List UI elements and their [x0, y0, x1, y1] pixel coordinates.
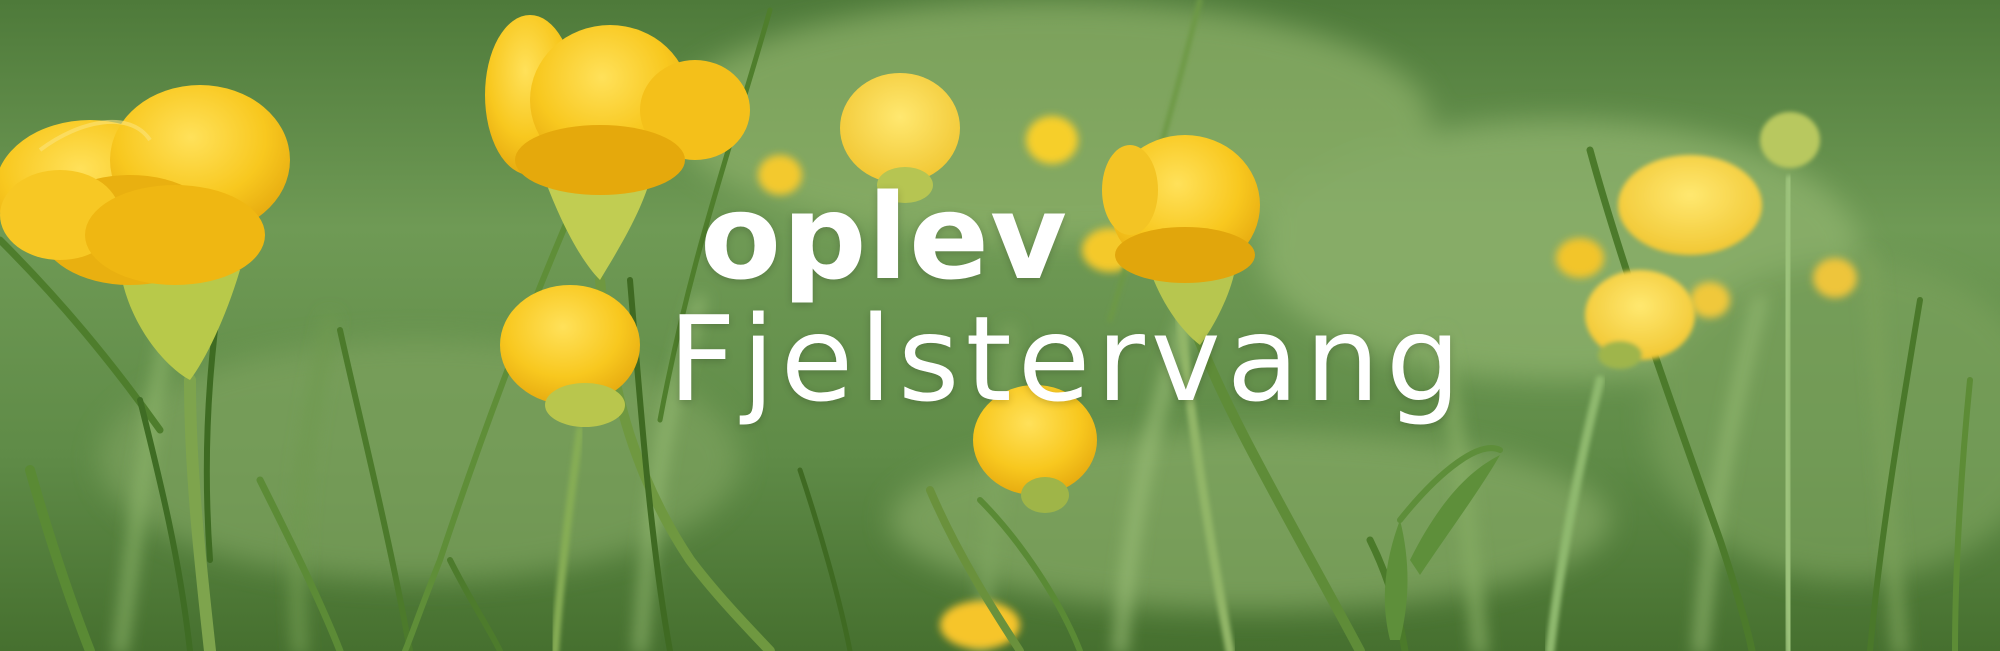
buttercup-meadow-photo — [0, 0, 2000, 651]
hero-banner: oplev Fjelstervang — [0, 0, 2000, 651]
